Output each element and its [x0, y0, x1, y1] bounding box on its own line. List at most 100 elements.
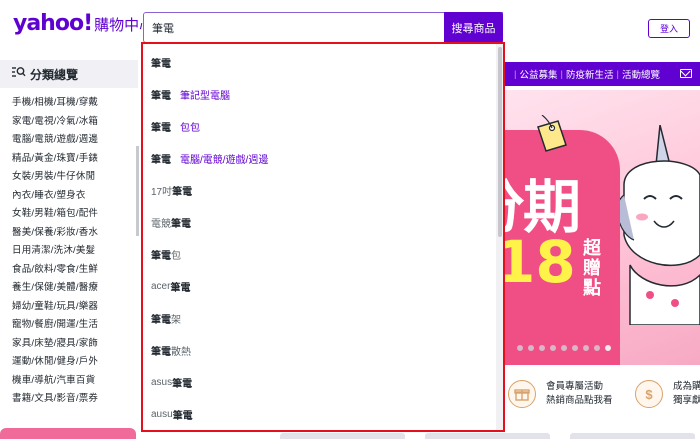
nav-item-events[interactable]: 活動總覽 — [622, 67, 660, 81]
category-item[interactable]: 電腦/電競/遊戲/週邊 — [12, 131, 138, 150]
category-item[interactable]: 女裝/男裝/牛仔休閒 — [12, 168, 138, 187]
category-item[interactable]: 精品/黃金/珠寶/手錶 — [12, 150, 138, 169]
suggestion-item[interactable]: 筆電 電腦/電競/遊戲/週邊 — [151, 148, 268, 168]
suggestion-category: 筆記型電腦 — [180, 90, 230, 102]
bottom-product-strip — [280, 433, 700, 439]
banner-number: 18 — [505, 228, 576, 296]
category-item[interactable]: 家電/電視/冷氣/冰箱 — [12, 113, 138, 132]
product-card-top[interactable] — [425, 433, 550, 439]
sidebar-scrollbar[interactable] — [136, 146, 139, 236]
suggestion-suffix: 架 — [171, 314, 181, 326]
suggestion-keyword: 筆電 — [151, 250, 171, 262]
category-item[interactable]: 女鞋/男鞋/箱包/配件 — [12, 205, 138, 224]
category-item[interactable]: 運動/休閒/健身/戶外 — [12, 353, 138, 372]
carousel-dot[interactable] — [550, 345, 556, 351]
suggestion-item[interactable]: 17吋 筆電 — [151, 180, 192, 200]
category-item[interactable]: 寵物/餐廚/開運/生活 — [12, 316, 138, 335]
suggestion-prefix: ausu — [151, 408, 173, 420]
nav-separator: | — [560, 68, 563, 80]
sidebar-title: 分類總覽 — [30, 67, 79, 82]
gift-icon — [508, 380, 536, 408]
suggestion-keyword: 筆電 — [172, 410, 193, 422]
carousel-dot[interactable] — [583, 345, 589, 351]
carousel-dot[interactable] — [517, 345, 523, 351]
category-item[interactable]: 醫美/保養/彩妝/香水 — [12, 224, 138, 243]
category-item[interactable]: 食品/飲料/零食/生鮮 — [12, 261, 138, 280]
suggestion-keyword: 筆電 — [151, 154, 171, 166]
nav-item-charity[interactable]: 公益募集 — [519, 67, 557, 81]
dropdown-scrollbar-thumb[interactable] — [498, 47, 502, 237]
carousel-dot-active[interactable] — [605, 345, 611, 351]
feature-row: 會員專屬活動 熱銷商品點我看 $ 成為購 獨享獻 — [505, 372, 700, 422]
banner-subtitle: 超贈點 — [583, 238, 601, 298]
suggestion-keyword: 筆電 — [151, 314, 171, 326]
suggestion-keyword: 筆電 — [170, 282, 191, 294]
feature-text: 會員專屬活動 熱銷商品點我看 — [546, 380, 613, 408]
suggestion-prefix: 電競 — [151, 218, 171, 230]
suggestion-category: 電腦/電競/遊戲/週邊 — [180, 154, 269, 166]
sidebar-header: 分類總覽 — [0, 60, 138, 88]
suggestion-keyword: 筆電 — [171, 218, 191, 230]
nav-item-epidemic[interactable]: 防疫新生活 — [566, 67, 614, 81]
carousel-dot[interactable] — [594, 345, 600, 351]
suggestion-prefix: acer — [151, 280, 171, 292]
suggestion-item[interactable]: 筆電 包包 — [151, 116, 200, 136]
suggestion-prefix: 17吋 — [151, 186, 173, 198]
suggestion-item[interactable]: acer 筆電 — [151, 276, 190, 296]
suggestion-keyword: 筆電 — [151, 58, 171, 70]
category-sidebar: 分類總覽 手機/相機/耳機/穿戴 家電/電視/冷氣/冰箱 電腦/電競/遊戲/週邊… — [0, 60, 138, 439]
yahoo-shopping-logo[interactable]: yahoo! 購物中心 — [13, 11, 154, 41]
product-card-top[interactable] — [570, 433, 695, 439]
login-button[interactable]: 登入 — [648, 19, 690, 38]
suggestion-prefix: asus — [151, 376, 173, 388]
suggestion-item[interactable]: 電競 筆電 — [151, 212, 191, 232]
category-item[interactable]: 手機/相機/耳機/穿戴 — [12, 94, 138, 113]
suggestion-keyword: 筆電 — [151, 90, 171, 102]
sidebar-promo-banner[interactable] — [0, 428, 136, 439]
price-tag-icon — [537, 115, 567, 152]
carousel-dot[interactable] — [572, 345, 578, 351]
suggestion-keyword: 筆電 — [172, 378, 193, 390]
member-activity-link[interactable]: 會員專屬活動 熱銷商品點我看 — [508, 380, 613, 408]
category-item[interactable]: 日用清潔/洗沐/美髮 — [12, 242, 138, 261]
category-search-icon — [12, 65, 26, 83]
suggestion-suffix: 散熱 — [171, 346, 191, 358]
suggestion-item[interactable]: asus 筆電 — [151, 372, 192, 392]
suggestion-item[interactable]: 筆電 筆記型電腦 — [151, 84, 230, 104]
nav-separator: | — [514, 68, 517, 80]
suggestion-keyword: 筆電 — [151, 346, 171, 358]
product-card-top[interactable] — [280, 433, 405, 439]
suggestion-item[interactable]: 筆電架 — [151, 308, 181, 328]
category-item[interactable]: 書籍/文具/影音/票券 — [12, 390, 138, 409]
carousel-dot[interactable] — [539, 345, 545, 351]
feature-line1: 成為購 — [673, 381, 700, 392]
carousel-dots — [517, 345, 611, 351]
feature-text: 成為購 獨享獻 — [673, 380, 700, 408]
feature-line2: 熱銷商品點我看 — [546, 395, 613, 406]
search-suggestions-dropdown: 筆電 筆電 筆記型電腦 筆電 包包 筆電 電腦/電競/遊戲/週邊 17吋 筆電 電競 筆電 筆電包 ac… — [141, 42, 505, 432]
category-list: 手機/相機/耳機/穿戴 家電/電視/冷氣/冰箱 電腦/電競/遊戲/週邊 精品/黃… — [12, 94, 138, 409]
dollar-icon: $ — [635, 380, 663, 408]
suggestion-item[interactable]: 筆電包 — [151, 244, 181, 264]
suggestion-item[interactable]: ausu 筆電 — [151, 404, 193, 424]
suggestion-item[interactable]: 筆電 — [151, 52, 171, 72]
nav-separator: | — [616, 68, 619, 80]
category-item[interactable]: 家具/床墊/寢具/家飾 — [12, 335, 138, 354]
carousel-dot[interactable] — [561, 345, 567, 351]
category-item[interactable]: 機車/導航/汽車百貨 — [12, 372, 138, 391]
unicorn-mascot-icon — [620, 125, 700, 325]
carousel-dot[interactable] — [528, 345, 534, 351]
logo-yahoo-text: yahoo! — [13, 11, 93, 36]
suggestion-suffix: 包 — [171, 250, 181, 262]
suggestion-keyword: 筆電 — [172, 186, 193, 198]
feature-line2: 獨享獻 — [673, 395, 700, 406]
membership-link[interactable]: $ 成為購 獨享獻 — [635, 380, 700, 408]
mail-icon[interactable] — [680, 69, 692, 78]
suggestion-item[interactable]: 筆電 散熱 — [151, 340, 191, 360]
search-input[interactable] — [144, 13, 444, 42]
category-item[interactable]: 養生/保健/美體/醫療 — [12, 279, 138, 298]
feature-line1: 會員專屬活動 — [546, 381, 604, 392]
category-item[interactable]: 內衣/睡衣/塑身衣 — [12, 187, 138, 206]
search-button[interactable]: 搜尋商品 — [444, 12, 503, 43]
category-item[interactable]: 婦幼/童鞋/玩具/樂器 — [12, 298, 138, 317]
